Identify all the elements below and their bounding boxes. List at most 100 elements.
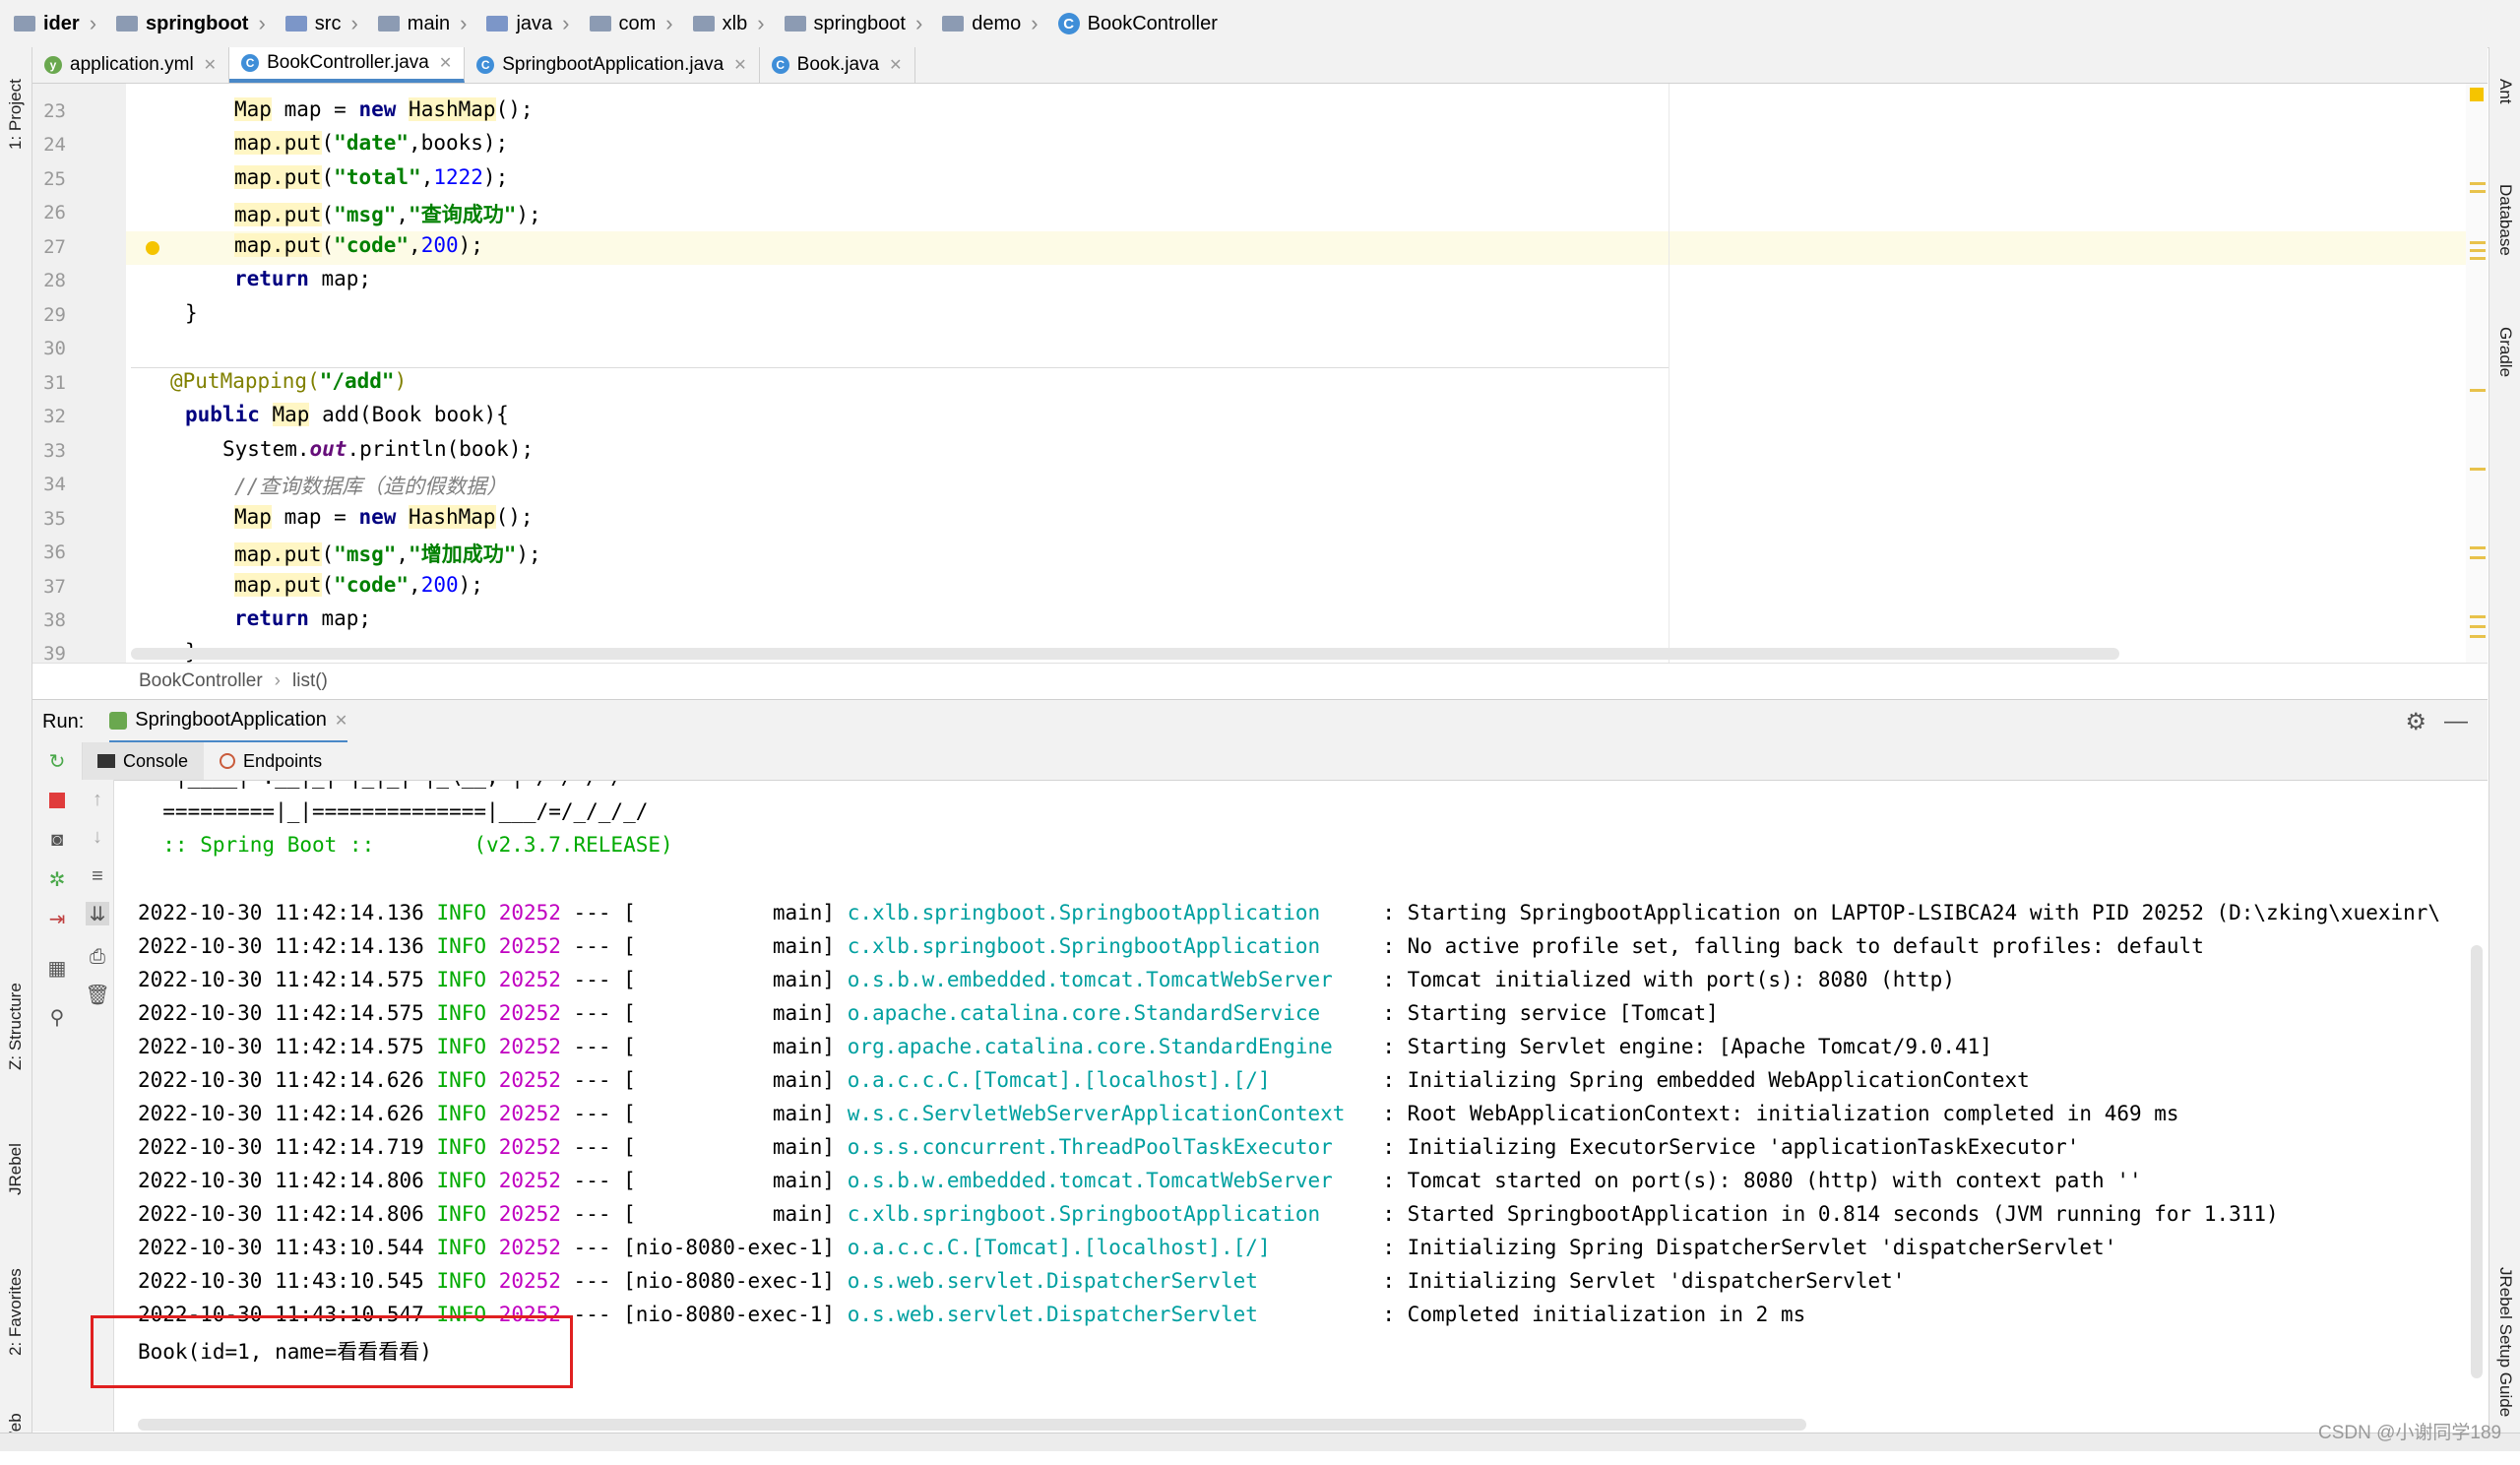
editor-horizontal-scrollbar[interactable] bbox=[131, 648, 2119, 660]
tool-tab-database[interactable]: Database bbox=[2491, 156, 2519, 284]
minimize-icon[interactable]: — bbox=[2444, 708, 2468, 735]
close-icon[interactable]: ✕ bbox=[733, 55, 746, 75]
scroll-to-end-icon[interactable]: ⇊ bbox=[86, 902, 109, 925]
tool-tab-jrebel[interactable]: JRebel bbox=[2, 1111, 30, 1229]
log-line: 2022-10-30 11:42:14.626 INFO 20252 --- [… bbox=[138, 1068, 2030, 1092]
console-vertical-scrollbar[interactable] bbox=[2471, 945, 2483, 1378]
crumb-method[interactable]: list() bbox=[292, 670, 328, 692]
folder-icon bbox=[377, 16, 400, 32]
log-separator: --- bbox=[560, 1269, 624, 1293]
tool-tab-gradle[interactable]: Gradle bbox=[2491, 303, 2519, 402]
tool-tab-ant[interactable]: Ant bbox=[2491, 57, 2519, 126]
banner-line: |____| .__|_| |_|_| |_\__, | / / / / bbox=[138, 781, 623, 789]
stop-icon[interactable] bbox=[45, 789, 69, 812]
tool-tab-jrebel-setup-guide[interactable]: JRebel Setup Guide bbox=[2491, 1239, 2519, 1445]
run-config-tab[interactable]: SpringbootApplication ✕ bbox=[109, 701, 348, 743]
stripe-mark[interactable] bbox=[2470, 625, 2486, 628]
close-icon[interactable]: ✕ bbox=[335, 711, 347, 731]
rerun-icon[interactable]: ↻ bbox=[45, 749, 69, 773]
print-icon[interactable]: ⎙ bbox=[86, 945, 109, 969]
log-msg: : Initializing Servlet 'dispatcherServle… bbox=[1382, 1269, 1906, 1293]
stripe-mark[interactable] bbox=[2470, 556, 2486, 559]
log-pid: 20252 bbox=[498, 1169, 561, 1192]
editor-breadcrumb: BookController › list() bbox=[32, 663, 2488, 698]
tab-console[interactable]: Console bbox=[82, 742, 205, 780]
log-line: 2022-10-30 11:43:10.545 INFO 20252 --- [… bbox=[138, 1269, 1905, 1293]
debug-icon[interactable]: ✲ bbox=[45, 867, 69, 891]
breadcrumb-item[interactable]: java › bbox=[472, 11, 575, 36]
lightbulb-icon[interactable] bbox=[146, 241, 159, 255]
stripe-mark[interactable] bbox=[2470, 241, 2486, 244]
log-thread: [ main] bbox=[623, 1001, 836, 1025]
stripe-mark[interactable] bbox=[2470, 468, 2486, 471]
tool-tab-structure[interactable]: Z: Structure bbox=[2, 963, 30, 1091]
soft-wrap-icon[interactable]: ≡ bbox=[86, 864, 109, 888]
breadcrumb-item[interactable]: springboot › bbox=[102, 11, 272, 36]
code-editor[interactable]: 23 24 25 26 27 28 29 30 31 32 33 34 35 3… bbox=[32, 84, 2488, 663]
close-icon[interactable]: ✕ bbox=[889, 55, 902, 75]
console-horizontal-scrollbar[interactable] bbox=[138, 1419, 1806, 1431]
log-level: INFO bbox=[436, 1102, 487, 1125]
close-icon[interactable]: ✕ bbox=[439, 53, 452, 73]
breadcrumb-item[interactable]: demo › bbox=[928, 11, 1043, 36]
stripe-mark[interactable] bbox=[2470, 635, 2486, 638]
log-thread: [ main] bbox=[623, 1068, 836, 1092]
log-level: INFO bbox=[436, 1236, 487, 1259]
stripe-mark[interactable] bbox=[2470, 257, 2486, 260]
tool-tab-project[interactable]: 1: Project bbox=[2, 55, 30, 173]
exit-icon[interactable]: ⇥ bbox=[45, 907, 69, 930]
pin-icon[interactable]: ⚲ bbox=[45, 1005, 69, 1029]
breadcrumb-item[interactable]: ider › bbox=[0, 11, 102, 36]
tool-tab-web[interactable]: Web bbox=[2, 1396, 30, 1465]
line-number: 28 bbox=[43, 270, 66, 291]
log-pid: 20252 bbox=[498, 968, 561, 991]
camera-icon[interactable]: ◙ bbox=[45, 828, 69, 852]
log-logger: o.s.b.w.embedded.tomcat.TomcatWebServer bbox=[847, 968, 1358, 991]
line-number: 36 bbox=[43, 541, 66, 563]
tab-springbootapplication-java[interactable]: C SpringbootApplication.java ✕ bbox=[465, 47, 760, 83]
log-separator bbox=[424, 1269, 437, 1293]
left-tool-strip: 1: Project Z: Structure JRebel 2: Favori… bbox=[0, 47, 32, 1450]
tool-tab-favorites[interactable]: 2: Favorites bbox=[2, 1248, 30, 1376]
close-icon[interactable]: ✕ bbox=[204, 55, 217, 75]
console-icon bbox=[97, 754, 115, 768]
log-logger: w.s.c.ServletWebServerApplicationContext bbox=[847, 1102, 1358, 1125]
stripe-mark[interactable] bbox=[2470, 249, 2486, 252]
log-separator: --- bbox=[560, 1068, 624, 1092]
tab-endpoints[interactable]: Endpoints bbox=[204, 751, 338, 772]
stripe-mark[interactable] bbox=[2470, 190, 2486, 193]
tab-book-java[interactable]: C Book.java ✕ bbox=[760, 47, 915, 83]
trash-icon[interactable]: 🗑 bbox=[85, 983, 109, 1006]
log-separator bbox=[1357, 1001, 1382, 1025]
log-separator bbox=[486, 1269, 499, 1293]
log-separator: --- bbox=[560, 1035, 624, 1058]
endpoints-icon bbox=[220, 753, 236, 769]
log-separator bbox=[424, 1236, 437, 1259]
log-separator bbox=[1357, 1303, 1382, 1326]
tab-application-yml[interactable]: y application.yml ✕ bbox=[32, 47, 230, 83]
stripe-mark[interactable] bbox=[2470, 389, 2486, 392]
log-separator bbox=[486, 968, 499, 991]
warning-icon[interactable] bbox=[2470, 88, 2484, 101]
code-line: //查询数据库（造的假数据） bbox=[234, 475, 508, 498]
gear-icon[interactable]: ⚙ bbox=[2405, 708, 2426, 736]
crumb-class[interactable]: BookController bbox=[139, 670, 263, 692]
log-logger: o.a.c.c.C.[Tomcat].[localhost].[/] bbox=[847, 1068, 1358, 1092]
tab-bookcontroller-java[interactable]: C BookController.java ✕ bbox=[229, 47, 466, 83]
breadcrumb-item[interactable]: main › bbox=[364, 11, 473, 36]
breadcrumb-item[interactable]: src › bbox=[272, 11, 364, 36]
log-separator bbox=[835, 934, 848, 958]
breadcrumb-item[interactable]: springboot › bbox=[771, 11, 929, 36]
breadcrumb-item[interactable]: com › bbox=[576, 11, 679, 36]
log-line: 2022-10-30 11:42:14.575 INFO 20252 --- [… bbox=[138, 968, 1955, 991]
breadcrumb-item[interactable]: C BookController bbox=[1044, 13, 1224, 35]
breadcrumb-item[interactable]: xlb › bbox=[679, 11, 771, 36]
stripe-mark[interactable] bbox=[2470, 182, 2486, 185]
layout-icon[interactable]: ▦ bbox=[45, 956, 69, 980]
stripe-mark[interactable] bbox=[2470, 546, 2486, 549]
arrow-down-icon[interactable]: ↓ bbox=[86, 825, 109, 849]
log-separator bbox=[835, 968, 848, 991]
stripe-mark[interactable] bbox=[2470, 615, 2486, 618]
arrow-up-icon[interactable]: ↑ bbox=[86, 788, 109, 811]
log-thread: [ main] bbox=[623, 934, 836, 958]
